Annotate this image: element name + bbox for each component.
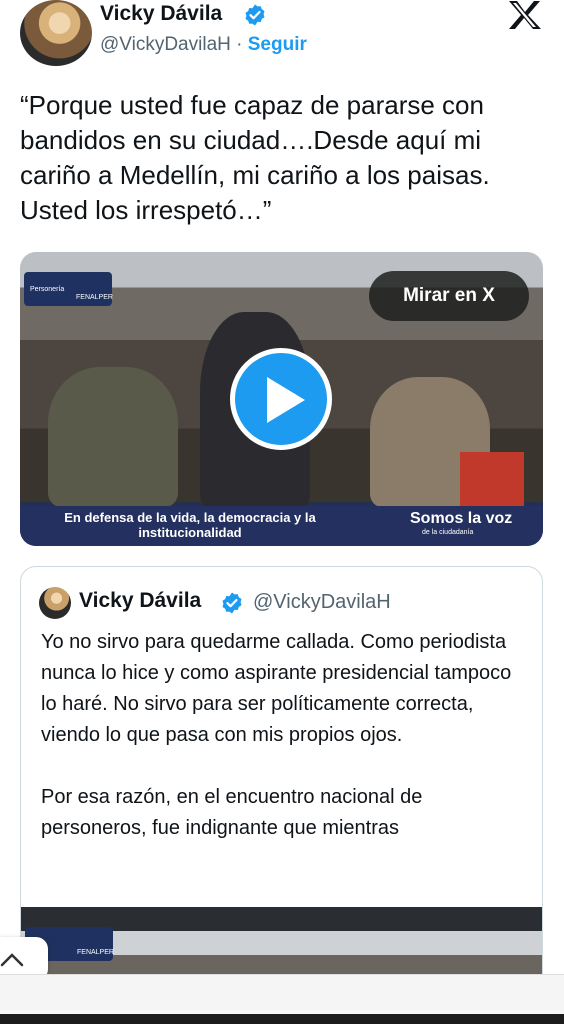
- quote-avatar[interactable]: [39, 587, 71, 619]
- tweet-text: “Porque usted fue capaz de pararse con b…: [20, 90, 490, 225]
- avatar[interactable]: [20, 0, 92, 66]
- verified-icon: [245, 4, 265, 26]
- bottom-strip: [0, 1014, 564, 1024]
- banner-right-subtext: de la ciudadanía: [422, 529, 474, 536]
- quote-media-logo-text: FENALPER: [77, 949, 114, 956]
- x-logo-icon[interactable]: [506, 0, 544, 30]
- quote-author-handle: @VickyDavilaH: [253, 591, 391, 613]
- video-logo: Personería FENALPER: [24, 272, 113, 306]
- author-name[interactable]: Vicky Dávila: [100, 2, 222, 26]
- quote-paragraph: Yo no sirvo para quedarme callada. Como …: [41, 631, 512, 746]
- verified-icon: [222, 592, 242, 614]
- video-banner: En defensa de la vida, la democracia y l…: [20, 506, 543, 546]
- play-button[interactable]: [230, 348, 332, 450]
- quote-text: Yo no sirvo para quedarme callada. Como …: [41, 627, 531, 844]
- banner-right-text: Somos la voz: [410, 510, 513, 527]
- author-handle: @VickyDavilaH: [100, 34, 231, 55]
- play-icon: [267, 377, 305, 423]
- separator: ·: [236, 34, 243, 55]
- tweet-header: Vicky Dávila @VickyDavilaH · Seguir: [0, 0, 564, 72]
- logo-right-text: FENALPER: [76, 294, 113, 301]
- banner-left-text: En defensa de la vida, la democracia y l…: [64, 510, 316, 540]
- quote-paragraph: Por esa razón, en el encuentro nacional …: [41, 786, 423, 839]
- video-player[interactable]: Personería FENALPER Mirar en X En defens…: [20, 252, 543, 546]
- handle-row: @VickyDavilaH · Seguir: [100, 34, 307, 56]
- follow-button[interactable]: Seguir: [248, 34, 307, 55]
- logo-left-text: Personería: [30, 286, 65, 293]
- watch-on-x-button[interactable]: Mirar en X: [369, 271, 529, 321]
- quote-author-name[interactable]: Vicky Dávila: [79, 589, 201, 613]
- person-left: [48, 367, 178, 507]
- quoted-tweet[interactable]: Vicky Dávila @VickyDavilaH Yo no sirvo p…: [20, 566, 543, 1024]
